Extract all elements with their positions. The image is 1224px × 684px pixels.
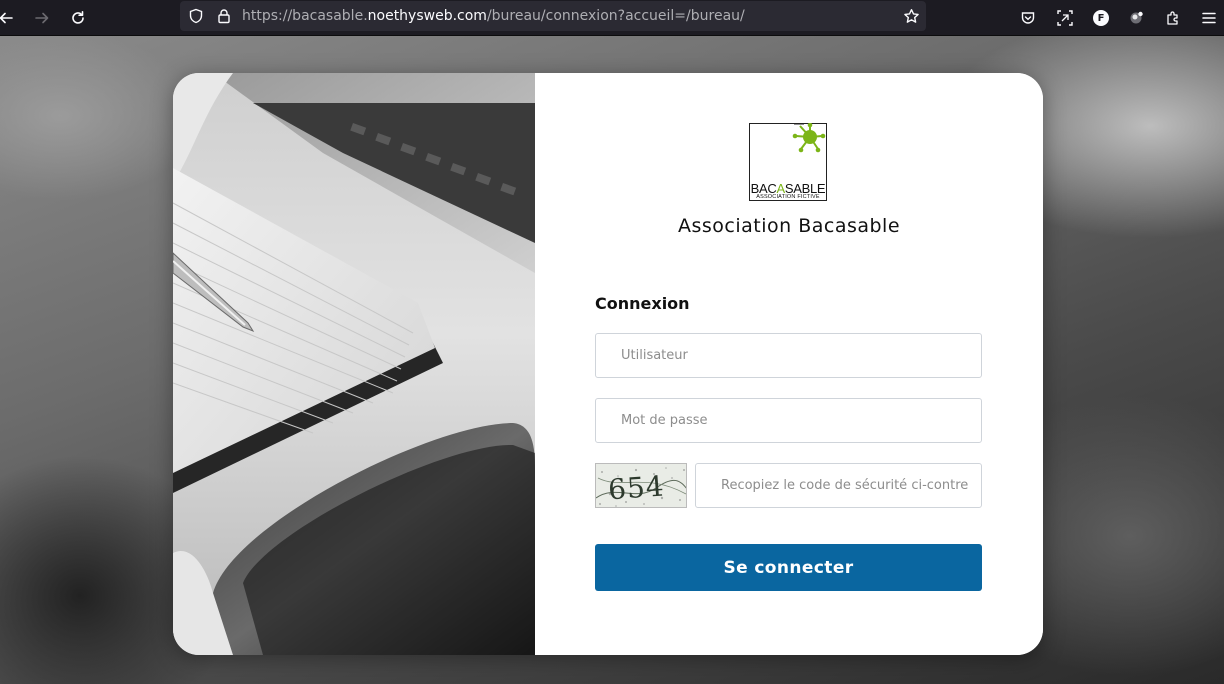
url-text[interactable]: https://bacasable.noethysweb.com/bureau/… xyxy=(242,8,745,24)
url-domain: noethysweb.com xyxy=(367,8,487,24)
extension-button[interactable] xyxy=(1123,4,1151,32)
forward-icon xyxy=(35,12,49,24)
app-menu-button[interactable] xyxy=(1195,4,1223,32)
captcha-input[interactable] xyxy=(695,463,982,508)
captcha-image: 654 xyxy=(595,463,687,508)
organization-name: Association Bacasable xyxy=(677,215,901,237)
decorative-photo xyxy=(173,73,535,655)
molecule-icon xyxy=(792,123,826,153)
username-input[interactable] xyxy=(595,333,982,378)
extension-icon xyxy=(1130,11,1143,24)
browser-toolbar: https://bacasable.noethysweb.com/bureau/… xyxy=(0,0,1224,36)
extensions-menu-button[interactable] xyxy=(1159,4,1187,32)
reload-icon xyxy=(72,11,84,24)
screenshot-icon xyxy=(1057,10,1073,26)
forward-button[interactable] xyxy=(28,4,56,32)
reload-button[interactable] xyxy=(64,4,92,32)
site-info-button[interactable] xyxy=(214,6,234,26)
login-panel: BACASABLE ASSOCIATION FICTIVE Associatio… xyxy=(535,73,1043,655)
captcha-code: 654 xyxy=(607,469,666,506)
address-bar[interactable]: https://bacasable.noethysweb.com/bureau/… xyxy=(180,1,926,31)
back-icon xyxy=(0,12,13,24)
url-path: /bureau/connexion?accueil=/bureau/ xyxy=(486,8,745,24)
pocket-icon xyxy=(1021,12,1035,24)
organization-logo: BACASABLE ASSOCIATION FICTIVE xyxy=(749,123,827,201)
back-button[interactable] xyxy=(0,4,20,32)
puzzle-icon xyxy=(1167,11,1178,25)
url-prefix: https://bacasable. xyxy=(242,8,368,24)
logo-subtitle: ASSOCIATION FICTIVE xyxy=(756,194,820,200)
tracking-protection-button[interactable] xyxy=(186,6,206,26)
shield-icon xyxy=(189,8,203,24)
login-button[interactable]: Se connecter xyxy=(595,544,982,591)
star-icon xyxy=(903,8,919,23)
pocket-button[interactable] xyxy=(1014,4,1042,32)
bookmark-button[interactable] xyxy=(901,6,921,26)
password-input[interactable] xyxy=(595,398,982,443)
menu-icon xyxy=(1202,12,1216,24)
profile-button[interactable]: F xyxy=(1087,4,1115,32)
lock-icon xyxy=(218,9,230,24)
form-title: Connexion xyxy=(595,294,690,313)
profile-initial: F xyxy=(1097,12,1105,24)
login-card: BACASABLE ASSOCIATION FICTIVE Associatio… xyxy=(173,73,1043,655)
profile-icon: F xyxy=(1093,10,1109,26)
screenshot-button[interactable] xyxy=(1051,4,1079,32)
